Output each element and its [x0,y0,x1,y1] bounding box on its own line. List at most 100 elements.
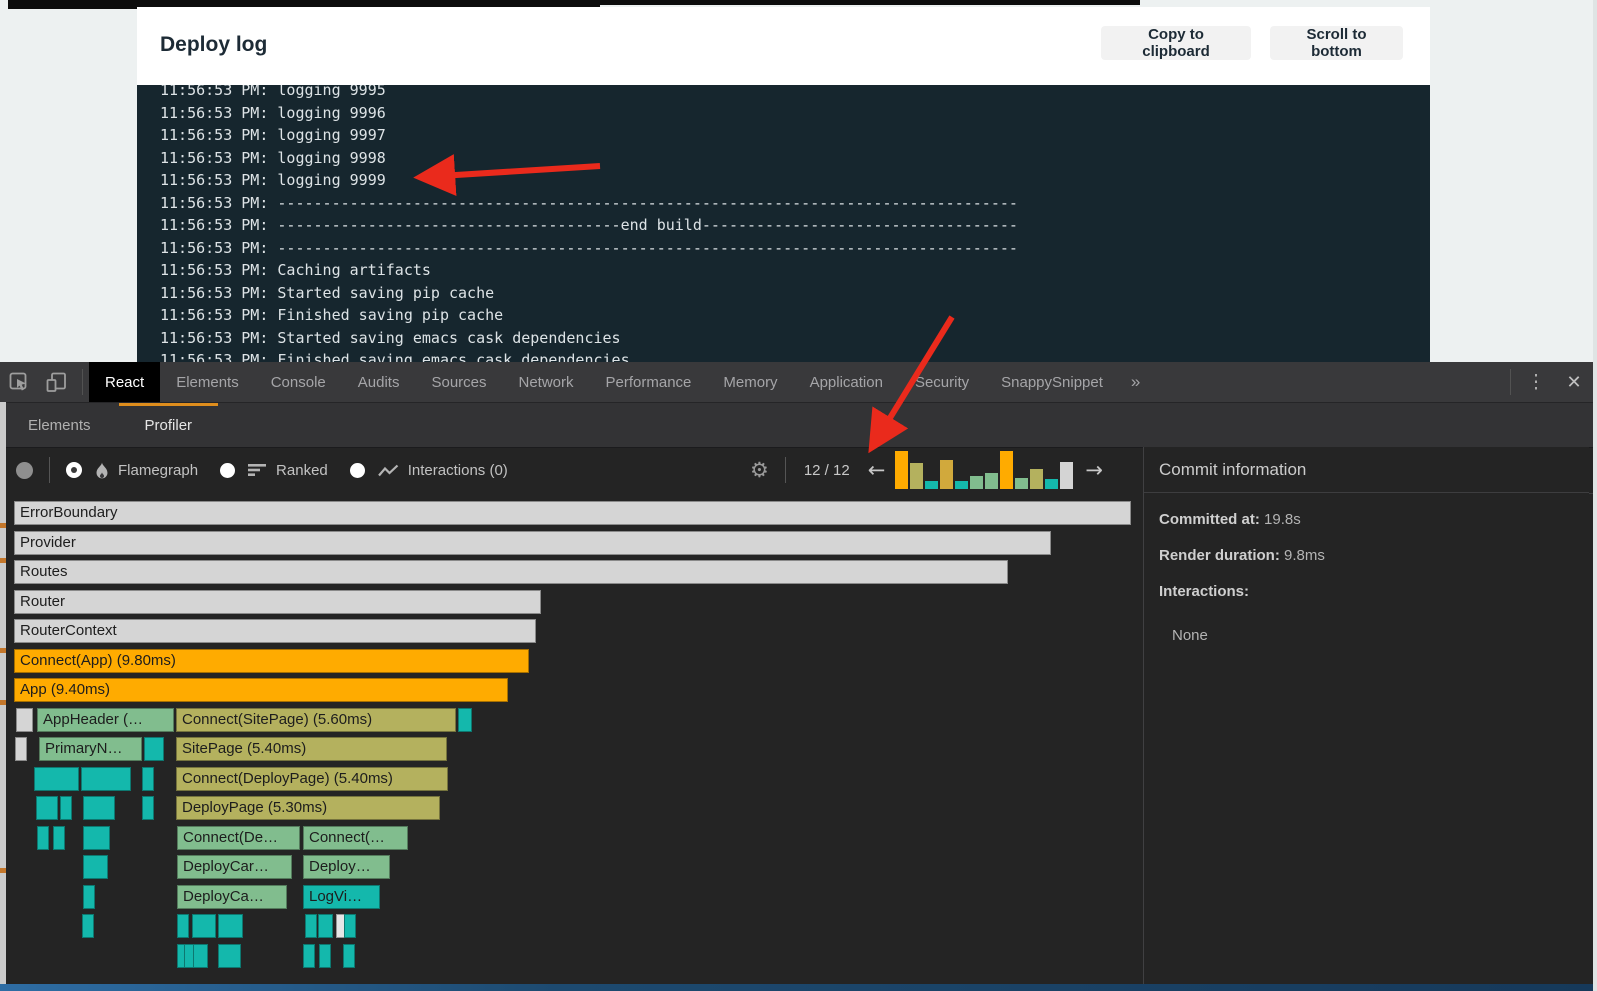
flamegraph-bar[interactable] [142,767,154,791]
flamegraph-bar[interactable] [144,737,164,761]
devtools-menu-icon[interactable]: ⋮ [1517,362,1555,402]
tab-performance[interactable]: Performance [590,362,708,402]
flamegraph-bar-sitepage540ms[interactable]: SitePage (5.40ms) [176,737,447,761]
copy-to-clipboard-button[interactable]: Copy to clipboard [1101,26,1251,60]
flamegraph-radio[interactable] [66,462,82,478]
subtab-elements[interactable]: Elements [2,403,117,447]
flamegraph-bar-app940ms[interactable]: App (9.40ms) [14,678,508,702]
commit-bar-4[interactable] [940,460,953,489]
flamegraph-bar[interactable] [83,855,108,879]
tab-react[interactable]: React [89,362,160,402]
flamegraph-bar-deploypage530ms[interactable]: DeployPage (5.30ms) [176,796,440,820]
tab-sources[interactable]: Sources [415,362,502,402]
next-commit-icon[interactable]: → [1085,458,1103,482]
tab-snappysnippet[interactable]: SnappySnippet [985,362,1119,402]
flamegraph-bar[interactable] [458,708,472,732]
device-toolbar-icon[interactable] [38,362,76,402]
tab-security[interactable]: Security [899,362,985,402]
tab-console[interactable]: Console [255,362,342,402]
commit-bar-6[interactable] [970,476,983,489]
left-edge-scrollbar [0,402,6,984]
commit-bar-5[interactable] [955,481,968,489]
flamegraph-bar[interactable] [218,914,243,938]
flamegraph-bar[interactable] [81,767,131,791]
flamegraph-bar[interactable] [319,944,331,968]
record-button[interactable] [16,462,33,479]
mode-flamegraph[interactable]: Flamegraph [66,462,198,479]
flamegraph-bar[interactable] [177,914,189,938]
page-title: Deploy log [160,33,267,57]
tab-memory[interactable]: Memory [707,362,793,402]
flamegraph-bar[interactable] [142,796,154,820]
flamegraph-bar-primaryn[interactable]: PrimaryN… [39,737,142,761]
flamegraph-bar-errorboundary[interactable]: ErrorBoundary [14,501,1131,525]
flamegraph-bar-router[interactable]: Router [14,590,541,614]
flamegraph-bar-provider[interactable]: Provider [14,531,1051,555]
commit-bar-10[interactable] [1030,469,1043,489]
left-edge-tick [0,523,6,528]
flamegraph-bar[interactable] [318,914,333,938]
deploy-log-terminal[interactable]: 11:56:53 PM: logging 999511:56:53 PM: lo… [137,85,1430,362]
commit-bar-11[interactable] [1045,479,1058,489]
tab-application[interactable]: Application [794,362,899,402]
flamegraph-bar-logvi[interactable]: LogVi… [303,885,380,909]
flamegraph-bar-routes[interactable]: Routes [14,560,1008,584]
subtab-profiler[interactable]: Profiler [119,403,219,447]
devtools-panel: ReactElementsConsoleAuditsSourcesNetwork… [0,362,1593,991]
flamegraph-bar[interactable] [15,737,27,761]
flamegraph-bar[interactable] [343,944,355,968]
tab-[interactable]: » [1119,362,1152,402]
gear-icon[interactable]: ⚙ [750,458,769,482]
flamegraph-bar[interactable] [53,826,65,850]
previous-commit-icon[interactable]: ← [868,458,886,482]
flamegraph-bar[interactable] [82,914,94,938]
render-duration-label: Render duration [1159,547,1275,564]
flamegraph-bar[interactable] [192,914,216,938]
commit-bar-3[interactable] [925,481,938,489]
mode-interactions[interactable]: Interactions (0) [350,462,508,479]
commit-bar-7[interactable] [985,473,998,489]
devtools-close-icon[interactable]: ✕ [1555,362,1593,402]
log-line: 11:56:53 PM: logging 9995 [160,85,1430,102]
flamegraph-bar-connect[interactable]: Connect(… [303,826,408,850]
interactions-icon [378,464,399,477]
commit-bar-12-selected[interactable] [1060,462,1073,489]
flamegraph-bar[interactable] [193,944,208,968]
tab-audits[interactable]: Audits [342,362,416,402]
flamegraph-bar-appheader[interactable]: AppHeader (… [37,708,174,732]
flamegraph-bar[interactable] [60,796,72,820]
flamegraph-bar-deploycar[interactable]: DeployCar… [177,855,292,879]
flamegraph-bar[interactable] [83,796,115,820]
flamegraph-bar[interactable] [305,914,317,938]
flamegraph-bar[interactable] [37,826,49,850]
tab-network[interactable]: Network [503,362,590,402]
tab-elements[interactable]: Elements [160,362,255,402]
inspect-element-icon[interactable] [0,362,38,402]
commit-bar-2[interactable] [910,463,923,489]
mode-ranked[interactable]: Ranked [220,462,328,479]
log-line: 11:56:53 PM: ---------------------------… [160,192,1430,215]
flamegraph-bar[interactable] [83,885,95,909]
flamegraph-bar-connectapp980ms[interactable]: Connect(App) (9.80ms) [14,649,529,673]
flamegraph-bar[interactable] [344,914,356,938]
commit-bar-1[interactable] [895,451,908,489]
flamegraph-bar-connectde[interactable]: Connect(De… [177,826,300,850]
commit-bar-9[interactable] [1015,478,1028,489]
flamegraph-bar-deployca[interactable]: DeployCa… [177,885,287,909]
flamegraph-bar-connectdeploypage540ms[interactable]: Connect(DeployPage) (5.40ms) [176,767,448,791]
scroll-to-bottom-button[interactable]: Scroll to bottom [1270,26,1403,60]
flamegraph-bar-connectsitepage560ms[interactable]: Connect(SitePage) (5.60ms) [176,708,456,732]
commit-bar-8[interactable] [1000,451,1013,489]
flamegraph-bar[interactable] [303,944,315,968]
flamegraph-bar[interactable] [16,708,33,732]
ranked-radio[interactable] [220,463,235,478]
flamegraph-bar[interactable] [83,826,110,850]
flamegraph-bar-routercontext[interactable]: RouterContext [14,619,536,643]
flamegraph-bar[interactable] [36,796,58,820]
flamegraph-bar-deploy[interactable]: Deploy… [303,855,390,879]
browser-top-bar-thin [600,0,1140,5]
interactions-radio[interactable] [350,463,365,478]
flamegraph-bar[interactable] [218,944,241,968]
render-duration-row: Render duration: 9.8ms [1159,547,1589,564]
flamegraph-bar[interactable] [34,767,79,791]
